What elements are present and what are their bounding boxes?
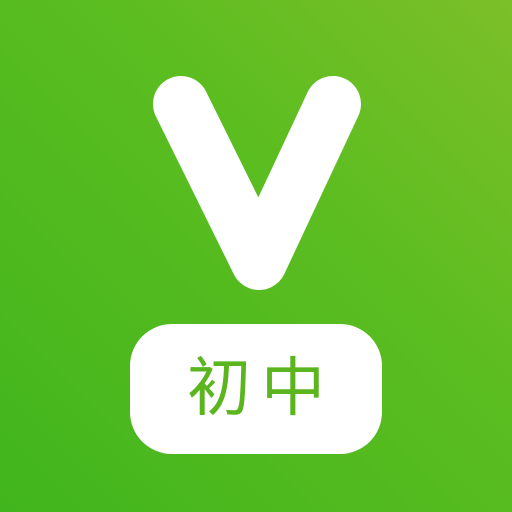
app-icon[interactable]: 初中 (0, 0, 512, 512)
grade-label: 初中 (187, 352, 335, 426)
grade-badge: 初中 (130, 324, 382, 454)
